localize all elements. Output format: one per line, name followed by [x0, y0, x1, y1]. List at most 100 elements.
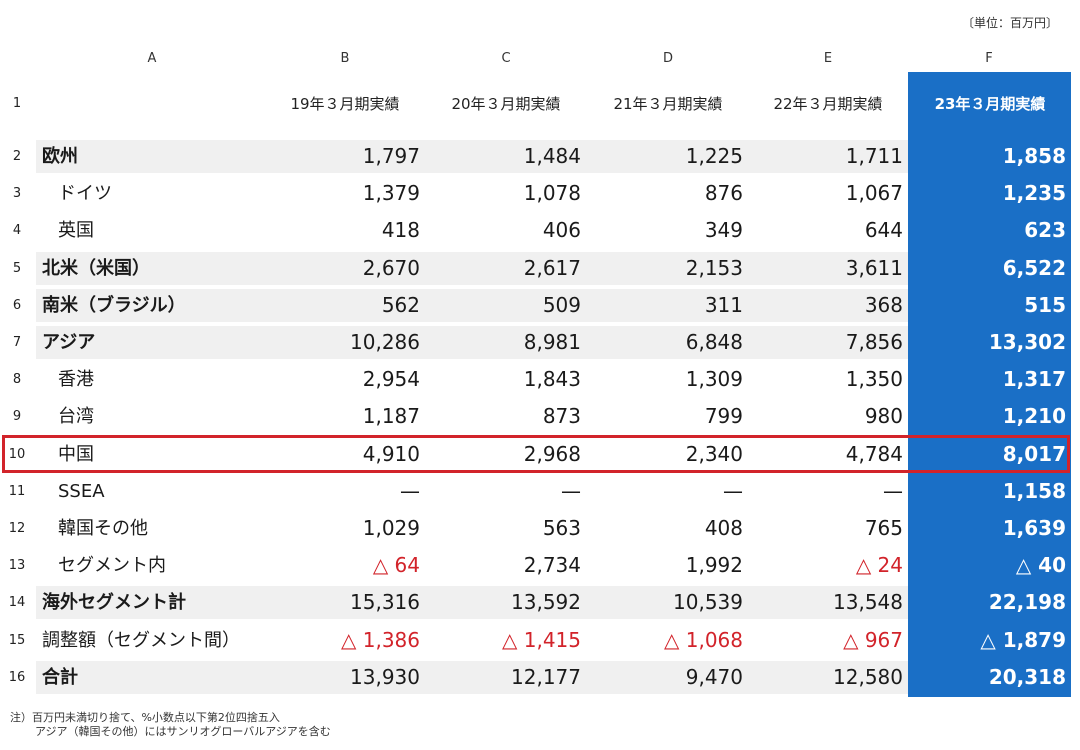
value-cell: 7,856 — [845, 330, 903, 354]
value-cell: 13,592 — [511, 590, 581, 615]
footnote-line-1: 注）百万円未満切り捨て、%小数点以下第2位四捨五入 — [10, 711, 280, 724]
value-cell: 15,316 — [350, 590, 420, 615]
value-cell: 2,617 — [523, 255, 581, 280]
column-letter-a: A — [147, 51, 157, 66]
value-cell: 12,177 — [511, 664, 581, 689]
row-number: 12 — [8, 521, 26, 536]
value-cell: 408 — [704, 516, 743, 540]
region-label: 海外セグメント計 — [42, 592, 186, 614]
value-cell: 3,611 — [845, 255, 903, 280]
value-cell: — — [883, 478, 903, 503]
value-cell: 873 — [542, 404, 581, 429]
value-cell: △ 1,415 — [502, 627, 581, 652]
unit-note: 〔単位：百万円〕 — [961, 16, 1058, 30]
value-cell: 1,843 — [523, 367, 581, 392]
value-cell: △ 24 — [855, 553, 903, 578]
value-cell: 12,580 — [833, 664, 903, 689]
value-cell: 1,078 — [523, 181, 581, 206]
value-cell: 418 — [381, 218, 420, 243]
value-cell: 368 — [864, 292, 903, 317]
region-label: 韓国その他 — [58, 518, 148, 539]
column-letter-b: B — [340, 51, 350, 66]
table-row: 15 調整額（セグメント間） △ 1,386 △ 1,415 △ 1,068 △ 967 △… — [0, 622, 1080, 659]
row-number: 8 — [12, 372, 22, 388]
column-letter-c: C — [501, 51, 511, 66]
value-cell: 10,539 — [673, 590, 743, 615]
value-cell: 980 — [864, 404, 903, 429]
region-label: 香港 — [58, 369, 94, 391]
value-cell: 13,930 — [350, 664, 420, 689]
value-cell: 1,067 — [845, 181, 903, 206]
value-cell: 1,309 — [685, 367, 743, 392]
table-row: 2 欧州 1,797 1,484 1,225 1,711 1,858 — [0, 138, 1080, 175]
value-cell: 515 — [1024, 292, 1066, 317]
value-cell: △ 967 — [843, 627, 903, 652]
row-number: 7 — [12, 335, 22, 350]
region-label: 英国 — [58, 220, 94, 242]
table-row: 13 セグメント内 △ 64 2,734 1,992 △ 24 △ 40 — [0, 547, 1080, 584]
column-letter-f: F — [985, 51, 993, 66]
value-cell: △ 1,386 — [341, 627, 420, 652]
column-letter-e: E — [823, 51, 833, 66]
region-label: アジア — [42, 332, 96, 353]
period-header-fy21: 21年３月期実績 — [613, 95, 723, 113]
row-number: 15 — [8, 632, 26, 648]
row-number: 4 — [12, 223, 22, 239]
period-header-fy19: 19年３月期実績 — [290, 95, 400, 113]
value-cell: △ 1,879 — [980, 627, 1066, 652]
table-row: 12 韓国その他 1,029 563 408 765 1,639 — [0, 510, 1080, 547]
row-number: 2 — [12, 149, 22, 164]
value-cell: 2,734 — [523, 553, 581, 578]
value-cell: 2,153 — [685, 255, 743, 280]
value-cell: — — [561, 478, 581, 503]
value-cell: 22,198 — [988, 590, 1066, 615]
value-cell: 1,158 — [1002, 478, 1066, 503]
value-cell: 10,286 — [350, 330, 420, 354]
row-number: 1 — [12, 96, 22, 111]
value-cell: 20,318 — [988, 664, 1066, 689]
period-header-fy23: 23年３月期実績 — [934, 95, 1046, 113]
value-cell: 13,548 — [833, 590, 903, 615]
row-number: 3 — [12, 186, 22, 202]
region-label: 調整額（セグメント間） — [42, 629, 240, 651]
region-label: 合計 — [42, 666, 78, 688]
footnote-line-2: アジア（韓国その他）にはサンリオグローバルアジアを含む — [35, 725, 331, 738]
period-header-row: 1 19年３月期実績 20年３月期実績 21年３月期実績 22年３月期実績 23… — [0, 72, 1080, 136]
column-letter-d: D — [662, 51, 673, 66]
value-cell: 2,670 — [362, 255, 420, 280]
table-row: 14 海外セグメント計 15,316 13,592 10,539 13,548 22,198 — [0, 584, 1080, 621]
value-cell: 509 — [542, 292, 581, 317]
value-cell: 644 — [864, 218, 903, 243]
value-cell: 799 — [704, 404, 743, 429]
value-cell: 1,225 — [685, 144, 743, 168]
value-cell: 1,992 — [685, 553, 743, 578]
value-cell: 876 — [704, 181, 743, 206]
value-cell: 1,317 — [1002, 367, 1066, 392]
value-cell: 1,235 — [1002, 181, 1066, 206]
table-row: 7 アジア 10,286 8,981 6,848 7,856 13,302 — [0, 324, 1080, 361]
value-cell: 623 — [1024, 218, 1066, 243]
region-label: 欧州 — [42, 146, 78, 167]
value-cell: 765 — [864, 516, 903, 540]
value-cell: 1,797 — [362, 144, 420, 168]
value-cell: 406 — [542, 218, 581, 243]
row-number: 9 — [12, 409, 22, 425]
value-cell: 2,954 — [362, 367, 420, 392]
value-cell: 6,848 — [685, 330, 743, 354]
footnote: 注）百万円未満切り捨て、%小数点以下第2位四捨五入 アジア（韓国その他）にはサン… — [10, 711, 331, 739]
value-cell: 1,484 — [523, 144, 581, 168]
period-header-fy20: 20年３月期実績 — [451, 95, 561, 113]
table-row: 11 SSEA — — — — 1,158 — [0, 473, 1080, 510]
period-header-fy22: 22年３月期実績 — [773, 95, 883, 113]
row-number: 13 — [8, 558, 26, 574]
table-row: 16 合計 13,930 12,177 9,470 12,580 20,318 — [0, 659, 1080, 696]
value-cell: 1,187 — [362, 404, 420, 429]
row-number: 14 — [8, 595, 26, 611]
value-cell: 1,711 — [845, 144, 903, 168]
table-row: 4 英国 418 406 349 644 623 — [0, 212, 1080, 249]
row-number: 11 — [8, 483, 26, 499]
value-cell: △ 64 — [372, 553, 420, 578]
value-cell: 1,639 — [1002, 516, 1066, 540]
value-cell: — — [723, 478, 743, 503]
region-label: セグメント内 — [58, 555, 166, 577]
